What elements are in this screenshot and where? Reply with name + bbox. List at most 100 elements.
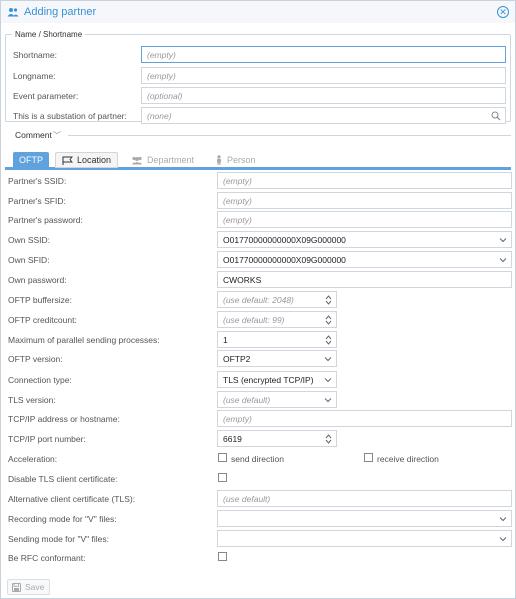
oftp-version-value: OFTP2	[223, 354, 251, 364]
acceleration-row: Acceleration: send direction receive dir…	[5, 450, 513, 467]
recording-mode-label: Recording mode for "V" files:	[8, 514, 117, 524]
oftp-version-label: OFTP version:	[8, 354, 63, 364]
tab-department-label: Department	[147, 154, 195, 165]
partner-sfid-label: Partner's SFID:	[8, 196, 66, 206]
partner-password-row: Partner's password: (empty)	[5, 211, 513, 228]
chevron-down-icon[interactable]	[324, 355, 332, 363]
partner-tabs: OFTP Location Department Person	[5, 152, 511, 170]
tcpip-address-label: TCP/IP address or hostname:	[8, 414, 120, 424]
shortname-input[interactable]: (empty)	[141, 46, 506, 63]
max-parallel-value: 1	[223, 335, 228, 345]
chevron-down-icon[interactable]	[324, 396, 332, 404]
spinner-arrows-icon[interactable]	[325, 334, 332, 346]
send-direction-checkbox[interactable]	[218, 453, 227, 462]
connection-type-label: Connection type:	[8, 375, 72, 385]
tab-oftp[interactable]: OFTP	[13, 152, 49, 168]
substation-label: This is a substation of partner:	[13, 111, 127, 121]
sending-mode-row: Sending mode for "V" files:	[5, 530, 513, 547]
comment-divider	[68, 135, 511, 136]
spinner-arrows-icon[interactable]	[325, 314, 332, 326]
recording-mode-select[interactable]	[217, 510, 512, 527]
creditcount-row: OFTP creditcount: (use default: 99)	[5, 311, 513, 328]
spinner-arrows-icon[interactable]	[325, 433, 332, 445]
flag-icon	[62, 156, 73, 165]
event-parameter-input[interactable]: (optional)	[141, 87, 506, 104]
tcpip-port-value: 6619	[223, 434, 242, 444]
person-icon	[217, 155, 221, 165]
buffersize-label: OFTP buffersize:	[8, 295, 72, 305]
alt-client-cert-input[interactable]: (use default)	[217, 490, 512, 507]
buffersize-row: OFTP buffersize: (use default: 2048)	[5, 291, 513, 308]
chevron-down-icon[interactable]	[324, 376, 332, 384]
adding-partner-dialog: Adding partner ✕ Name / Shortname Shortn…	[0, 0, 516, 599]
rfc-conformant-label: Be RFC conformant:	[8, 553, 86, 563]
event-parameter-row: Event parameter: (optional)	[6, 87, 510, 104]
partner-ssid-label: Partner's SSID:	[8, 176, 67, 186]
disable-tls-cert-checkbox[interactable]	[218, 473, 227, 482]
tls-version-row: TLS version: (use default)	[5, 391, 513, 408]
spinner-arrows-icon[interactable]	[325, 294, 332, 306]
rfc-conformant-checkbox[interactable]	[218, 552, 227, 561]
own-password-input[interactable]: CWORKS	[217, 271, 512, 288]
users-icon	[132, 156, 142, 164]
substation-placeholder: (none)	[147, 111, 172, 121]
max-parallel-spinner[interactable]: 1	[217, 331, 337, 348]
longname-label: Longname:	[13, 71, 56, 81]
tab-person-label: Person	[227, 154, 256, 165]
own-sfid-row: Own SFID: O01770000000000X09G000000	[5, 251, 513, 268]
substation-combobox[interactable]: (none)	[141, 107, 506, 124]
receive-direction-label: receive direction	[377, 454, 439, 464]
tls-version-placeholder: (use default)	[223, 395, 271, 405]
buffersize-placeholder: (use default: 2048)	[223, 295, 294, 305]
receive-direction-checkbox[interactable]	[364, 453, 373, 462]
save-button[interactable]: Save	[7, 579, 50, 595]
oftp-version-select[interactable]: OFTP2	[217, 350, 337, 367]
connection-type-select[interactable]: TLS (encrypted TCP/IP)	[217, 371, 337, 388]
search-icon[interactable]	[491, 111, 501, 121]
partner-sfid-input[interactable]: (empty)	[217, 192, 512, 209]
close-icon[interactable]: ✕	[497, 6, 509, 18]
own-password-row: Own password: CWORKS	[5, 271, 513, 288]
tcpip-address-input[interactable]: (empty)	[217, 410, 512, 427]
name-group-legend: Name / Shortname	[15, 30, 83, 39]
own-ssid-combobox[interactable]: O01770000000000X09G000000	[217, 231, 512, 248]
chevron-down-icon[interactable]	[499, 236, 507, 244]
chevron-down-icon[interactable]	[499, 515, 507, 523]
tcpip-port-spinner[interactable]: 6619	[217, 430, 337, 447]
own-sfid-combobox[interactable]: O01770000000000X09G000000	[217, 251, 512, 268]
tls-version-label: TLS version:	[8, 395, 56, 405]
shortname-label: Shortname:	[13, 50, 57, 60]
connection-type-value: TLS (encrypted TCP/IP)	[223, 375, 314, 385]
acceleration-label: Acceleration:	[8, 454, 58, 464]
tls-version-select[interactable]: (use default)	[217, 391, 337, 408]
comment-toggle[interactable]: Comment ﹀	[5, 129, 511, 141]
tab-oftp-label: OFTP	[19, 154, 43, 165]
longname-row: Longname: (empty)	[6, 67, 510, 84]
partner-group-icon	[7, 8, 19, 17]
shortname-row: Shortname: (empty)	[6, 46, 510, 63]
chevron-down-icon[interactable]	[499, 256, 507, 264]
creditcount-spinner[interactable]: (use default: 99)	[217, 311, 337, 328]
buffersize-spinner[interactable]: (use default: 2048)	[217, 291, 337, 308]
chevron-down-icon[interactable]	[499, 535, 507, 543]
disable-tls-cert-label: Disable TLS client certificate:	[8, 474, 118, 484]
save-button-label: Save	[25, 582, 45, 592]
tab-person[interactable]: Person	[209, 152, 262, 168]
partner-ssid-input[interactable]: (empty)	[217, 172, 512, 189]
partner-sfid-row: Partner's SFID: (empty)	[5, 192, 513, 209]
name-shortname-group: Name / Shortname Shortname: (empty) Long…	[5, 30, 511, 124]
partner-password-label: Partner's password:	[8, 215, 83, 225]
sending-mode-select[interactable]	[217, 530, 512, 547]
max-parallel-row: Maximum of parallel sending processes: 1	[5, 331, 513, 348]
sending-mode-label: Sending mode for "V" files:	[8, 534, 110, 544]
dialog-title: Adding partner	[24, 6, 97, 18]
longname-input[interactable]: (empty)	[141, 67, 506, 84]
tab-location[interactable]: Location	[55, 152, 119, 168]
own-sfid-label: Own SFID:	[8, 255, 50, 265]
own-ssid-value: O01770000000000X09G000000	[223, 235, 346, 245]
event-parameter-label: Event parameter:	[13, 91, 79, 101]
partner-password-input[interactable]: (empty)	[217, 211, 512, 228]
chevron-down-icon: ﹀	[53, 131, 61, 140]
tab-location-label: Location	[77, 154, 112, 165]
tab-department[interactable]: Department	[125, 152, 200, 168]
